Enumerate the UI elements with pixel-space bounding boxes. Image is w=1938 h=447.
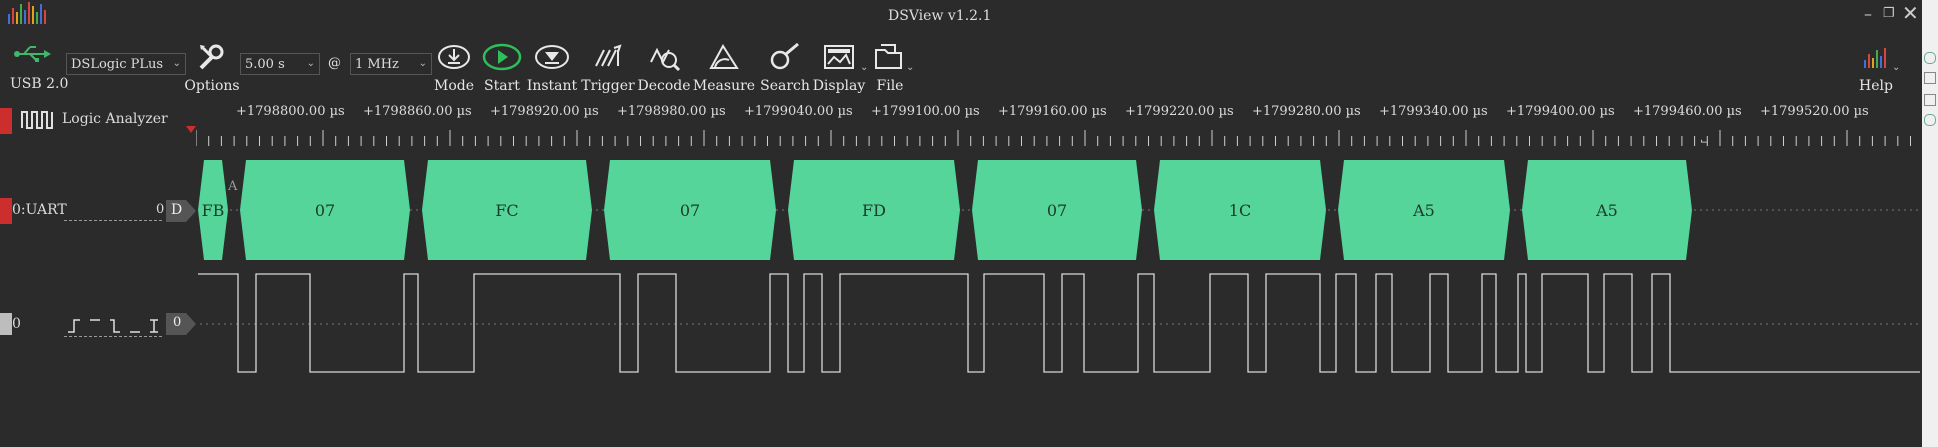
display-label: Display (812, 78, 866, 94)
logic-analyzer-label: Logic Analyzer (62, 111, 168, 127)
search-button[interactable]: Search (760, 36, 810, 96)
ruler-tick-label: +1799400.00 µs (1506, 104, 1615, 119)
start-button[interactable]: Start (480, 36, 524, 96)
display-icon (822, 36, 856, 78)
help-label: Help (1859, 78, 1893, 94)
ruler-tick-label: +1798860.00 µs (363, 104, 472, 119)
uart-byte-label: 1C (1229, 201, 1251, 220)
instant-button[interactable]: Instant (526, 36, 578, 96)
mode-label: Mode (434, 78, 475, 94)
rate-select[interactable]: 1 MHz ⌄ (350, 53, 432, 75)
uart-byte-label: 07 (1047, 201, 1067, 220)
rate-value: 1 MHz (355, 56, 399, 72)
trigger-icon (592, 36, 624, 78)
options-button[interactable]: Options (184, 36, 240, 96)
uart-byte-label: FB (202, 201, 225, 220)
uart-partial-label: A (227, 179, 238, 194)
decode-label: Decode (637, 78, 691, 94)
search-label: Search (760, 78, 810, 94)
folder-icon (873, 36, 907, 78)
waveform-area[interactable]: FB 07 FC 07 FD 07 1C A5 A5 A (0, 150, 1922, 447)
cursor-marker-icon: ⌙ (1700, 136, 1709, 147)
ruler-tick-label: +1799040.00 µs (744, 104, 853, 119)
channel0-waveform (198, 273, 1920, 373)
ruler-tick-label: +1799160.00 µs (998, 104, 1107, 119)
window-title: DSView v1.2.1 (888, 8, 992, 24)
wrench-icon (197, 36, 227, 78)
ruler-tick-label: +1798920.00 µs (490, 104, 599, 119)
instant-icon (534, 36, 570, 78)
minimize-button[interactable]: – (1864, 4, 1872, 23)
uart-byte-label: FD (862, 201, 886, 220)
device-select[interactable]: DSLogic PLus ⌄ (66, 53, 186, 75)
ruler-tick-label: +1799520.00 µs (1760, 104, 1869, 119)
options-label: Options (184, 78, 240, 94)
trigger-label: Trigger (581, 78, 635, 94)
logic-panel-marker (0, 108, 12, 134)
duration-select[interactable]: 5.00 s ⌄ (240, 53, 320, 75)
chevron-down-icon: ⌄ (306, 58, 315, 69)
mode-button[interactable]: Mode (434, 36, 474, 96)
trigger-marker-icon (186, 126, 196, 133)
device-value: DSLogic PLus (71, 56, 164, 72)
logic-analyzer-icon (20, 108, 56, 136)
file-chevron-icon[interactable]: ⌄ (906, 62, 914, 73)
edge-icon-4 (1924, 114, 1936, 126)
ruler-tick-label: +1798980.00 µs (617, 104, 726, 119)
usb-label: USB 2.0 (10, 76, 69, 92)
edge-icon-3 (1924, 94, 1936, 106)
usb-icon (14, 44, 52, 68)
measure-icon (707, 36, 741, 78)
chevron-down-icon: ⌄ (418, 58, 427, 69)
instant-label: Instant (526, 78, 578, 94)
uart-byte-label: 07 (680, 201, 700, 220)
help-logo-icon (1860, 36, 1892, 78)
close-button[interactable]: ✕ (1902, 1, 1919, 25)
download-icon (437, 36, 471, 78)
uart-byte-label: FC (495, 201, 518, 220)
right-edge-panel (1922, 0, 1938, 447)
edge-icon-2 (1924, 72, 1936, 84)
uart-byte-label: A5 (1412, 201, 1435, 220)
trigger-button[interactable]: Trigger (581, 36, 635, 96)
play-icon (482, 36, 522, 78)
display-button[interactable]: Display (812, 36, 866, 96)
ruler-tick-label: +1798800.00 µs (236, 104, 345, 119)
app-logo-icon (6, 0, 50, 26)
duration-value: 5.00 s (245, 56, 285, 72)
edge-icon-1 (1924, 52, 1936, 64)
ruler-tick-label: +1799340.00 µs (1379, 104, 1488, 119)
measure-label: Measure (692, 78, 756, 94)
measure-button[interactable]: Measure (693, 36, 755, 96)
uart-byte-label: 07 (315, 201, 335, 220)
restore-button[interactable]: ❐ (1883, 6, 1895, 21)
decode-button[interactable]: Decode (637, 36, 691, 96)
ruler-tick-label: +1799460.00 µs (1633, 104, 1742, 119)
decode-icon (647, 36, 681, 78)
ruler-tick-label: +1799280.00 µs (1252, 104, 1361, 119)
file-label: File (876, 78, 904, 94)
start-label: Start (484, 78, 520, 94)
at-label: @ (328, 56, 341, 71)
search-icon (768, 36, 802, 78)
help-chevron-icon[interactable]: ⌄ (1892, 62, 1900, 73)
ruler-tick-label: +1799100.00 µs (871, 104, 980, 119)
ruler-tick-label: +1799220.00 µs (1125, 104, 1234, 119)
chevron-down-icon: ⌄ (172, 58, 181, 69)
uart-byte-label: A5 (1595, 201, 1618, 220)
